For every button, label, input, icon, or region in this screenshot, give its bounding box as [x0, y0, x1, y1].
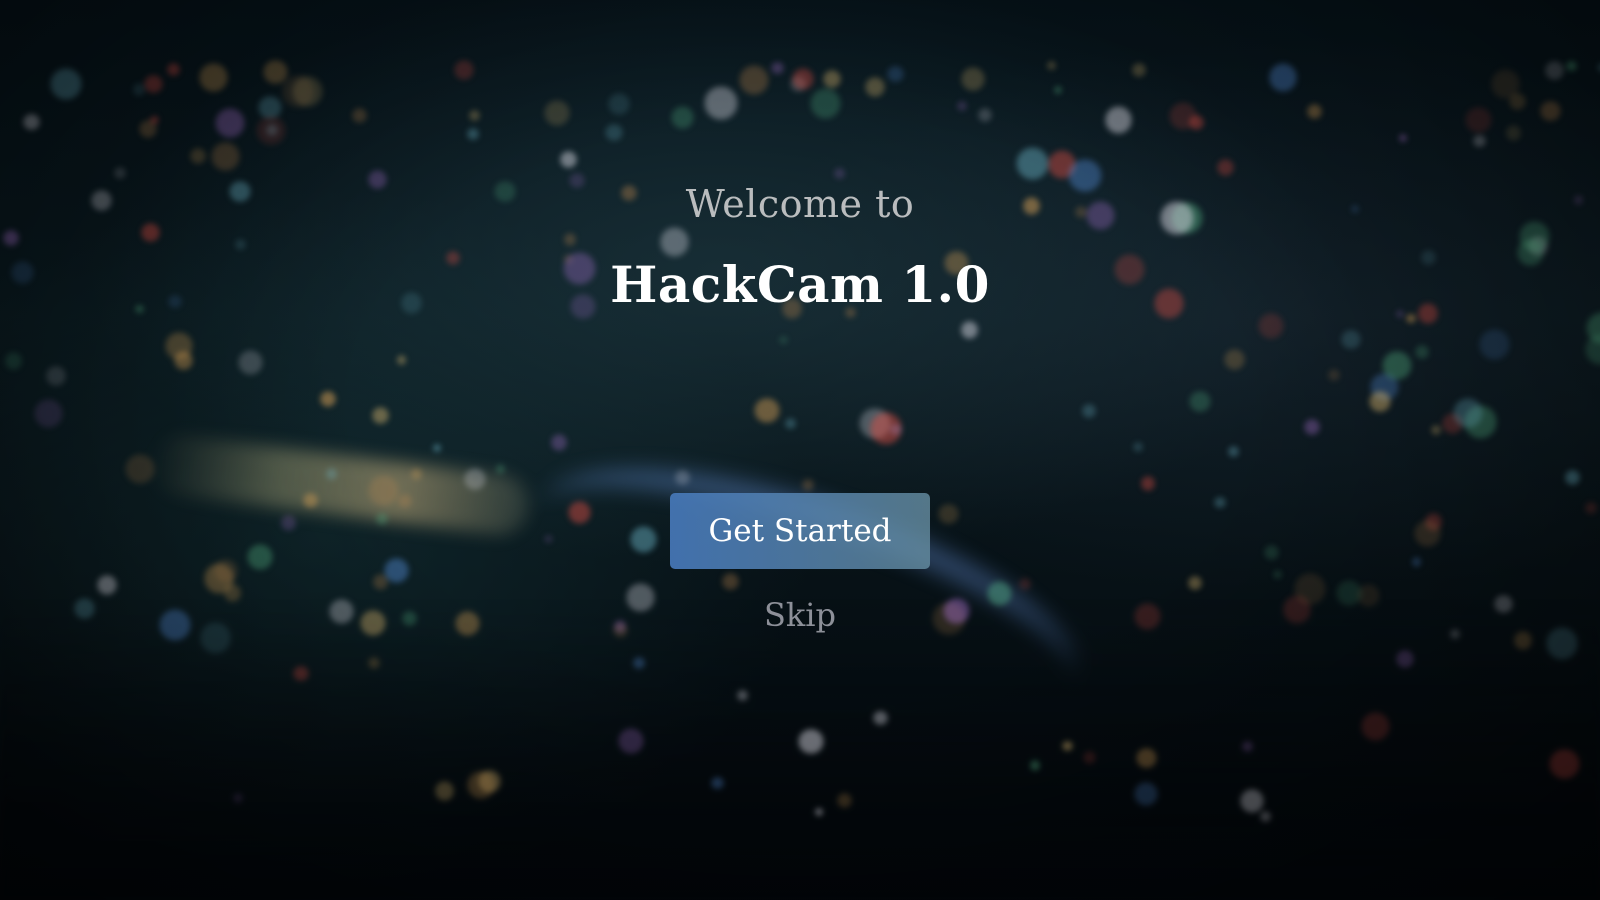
get-started-button[interactable]: Get Started — [670, 493, 930, 569]
welcome-greeting: Welcome to — [685, 182, 915, 226]
welcome-screen: Welcome to HackCam 1.0 Get Started Skip — [0, 0, 1600, 900]
welcome-content: Welcome to HackCam 1.0 Get Started Skip — [0, 0, 1600, 900]
app-title: HackCam 1.0 — [610, 255, 990, 314]
skip-link[interactable]: Skip — [764, 596, 836, 634]
skip-link-row: Skip — [0, 596, 1600, 634]
